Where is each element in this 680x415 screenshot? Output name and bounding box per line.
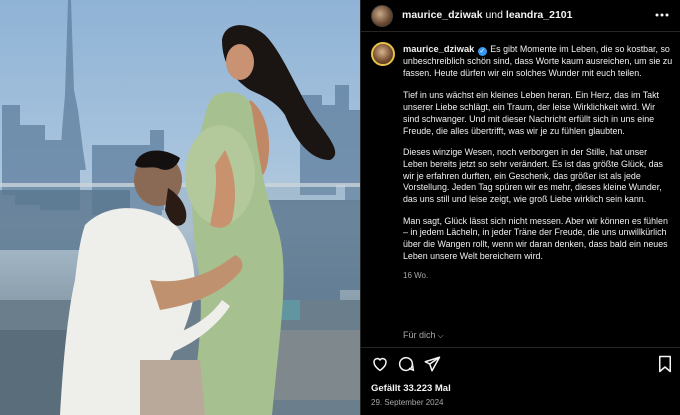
- comment-icon[interactable]: [397, 355, 415, 373]
- comments-section[interactable]: maurice_dziwak ✓ Es gibt Momente im Lebe…: [361, 32, 680, 344]
- for-you-dropdown[interactable]: Für dich ⌵: [403, 330, 444, 341]
- chevron-down-icon: ⌵: [437, 331, 444, 340]
- collab-username[interactable]: leandra_2101: [506, 9, 573, 21]
- bookmark-icon[interactable]: [657, 355, 675, 373]
- caption-avatar[interactable]: [371, 42, 395, 66]
- post-header: maurice_dziwak und leandra_2101: [361, 0, 680, 32]
- post-caption: maurice_dziwak ✓ Es gibt Momente im Lebe…: [403, 44, 673, 281]
- caption-paragraph: Tief in uns wächst ein kleines Leben her…: [403, 90, 660, 136]
- author-avatar[interactable]: [371, 5, 393, 27]
- caption-paragraph: Dieses winzige Wesen, noch verborgen in …: [403, 147, 663, 205]
- verified-badge-icon: ✓: [477, 47, 487, 56]
- likes-count[interactable]: Gefällt 33.223 Mal: [371, 383, 451, 394]
- post-photo[interactable]: [0, 0, 360, 415]
- caption-paragraph: Man sagt, Glück lässt sich nicht messen.…: [403, 215, 668, 261]
- share-icon[interactable]: [423, 355, 441, 373]
- more-horizontal-icon[interactable]: [653, 6, 671, 24]
- caption-paragraph: maurice_dziwak ✓ Es gibt Momente im Lebe…: [403, 44, 673, 79]
- heart-icon[interactable]: [371, 355, 389, 373]
- collab-authors: maurice_dziwak und leandra_2101: [402, 9, 572, 21]
- post-actions: Gefällt 33.223 Mal 29. September 2024: [361, 347, 680, 415]
- for-you-label: Für dich: [403, 330, 436, 340]
- collab-connector: und: [485, 9, 503, 21]
- post-date: 29. September 2024: [371, 398, 444, 407]
- post-time-ago[interactable]: 16 Wo.: [403, 270, 673, 282]
- photo-scene: [0, 0, 360, 415]
- author-username[interactable]: maurice_dziwak: [402, 9, 483, 21]
- caption-username[interactable]: maurice_dziwak: [403, 44, 474, 54]
- post-details-panel: maurice_dziwak und leandra_2101 maurice_…: [360, 0, 680, 415]
